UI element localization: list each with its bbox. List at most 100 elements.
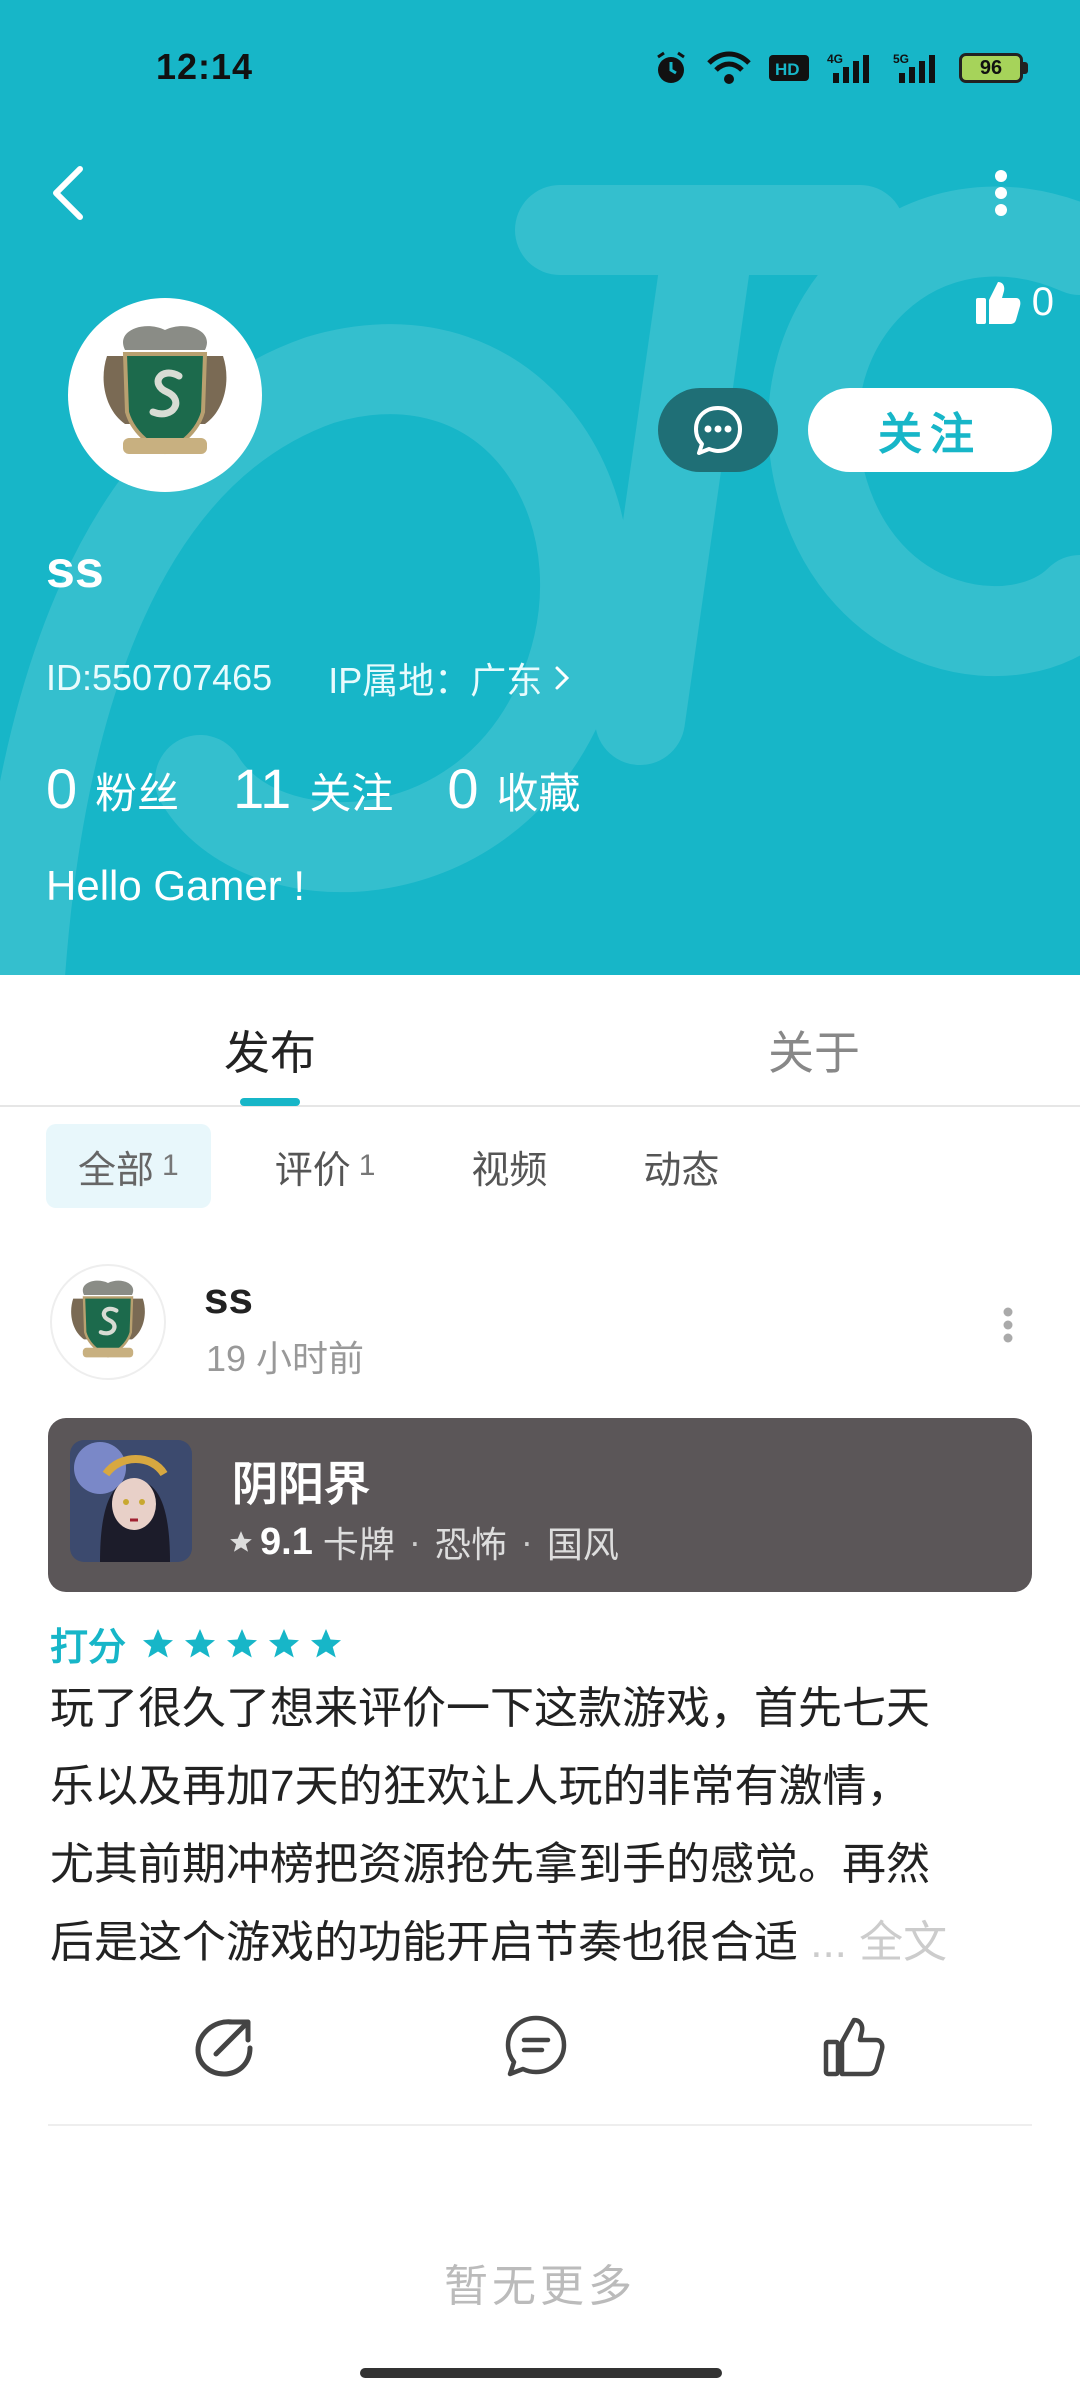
- star-icon: [230, 1531, 252, 1552]
- profile-bio: Hello Gamer !: [46, 862, 306, 909]
- filter-moments[interactable]: 动态: [611, 1124, 751, 1208]
- profile-page: 12:14 HD 4G 5G 96 0 关注 ss ID:550707465 I…: [0, 0, 1080, 2400]
- review-line: 后是这个游戏的功能开启节奏也很合适: [50, 1918, 798, 1967]
- profile-like-count: 0: [1031, 279, 1054, 324]
- post-timestamp: 19 小时前: [206, 1338, 365, 1379]
- back-button[interactable]: [40, 160, 96, 226]
- comment-button[interactable]: [496, 2006, 576, 2086]
- chat-bubble-icon: [694, 406, 742, 455]
- svg-text:4G: 4G: [827, 52, 843, 66]
- status-bar: 12:14 HD 4G 5G 96: [0, 0, 1080, 130]
- home-indicator[interactable]: [360, 2368, 722, 2378]
- rating-row: 打分: [50, 1616, 344, 1671]
- stat-label: 收藏: [496, 770, 581, 817]
- share-button[interactable]: [184, 2006, 264, 2086]
- tab-active-indicator: [240, 1098, 300, 1106]
- thumbs-up-icon: [975, 282, 1021, 324]
- more-vertical-icon: [995, 170, 1007, 216]
- stat-number: 0: [447, 757, 479, 820]
- post-author-avatar[interactable]: [50, 1264, 166, 1380]
- stat-label: 关注: [309, 770, 394, 817]
- game-meta: 9.1 卡牌 · 恐怖 · 国风: [228, 1516, 619, 1568]
- battery-indicator: 96: [959, 53, 1028, 83]
- filter-label: 视频: [471, 1149, 548, 1192]
- like-button[interactable]: [814, 2006, 894, 2086]
- wifi-icon: [707, 51, 751, 84]
- comment-icon: [505, 2015, 567, 2077]
- filter-count: 1: [358, 1149, 376, 1182]
- svg-text:5G: 5G: [893, 52, 909, 66]
- share-icon: [195, 2019, 253, 2077]
- profile-tabs: 发布 关于: [0, 975, 1080, 1107]
- battery-tip: [1023, 62, 1028, 74]
- star-icon: [185, 1628, 216, 1657]
- profile-like-box[interactable]: 0: [974, 278, 1054, 326]
- filter-chips: 全部 1 评价 1 视频 动态: [46, 1124, 783, 1208]
- chevron-left-icon: [53, 166, 83, 220]
- filter-reviews[interactable]: 评价 1: [243, 1124, 408, 1208]
- filter-label: 动态: [643, 1149, 720, 1192]
- post-more-button[interactable]: [990, 1300, 1026, 1350]
- alarm-icon: [657, 51, 685, 83]
- stat-fans[interactable]: 0 粉丝: [46, 756, 179, 821]
- profile-header: 12:14 HD 4G 5G 96 0 关注 ss ID:550707465 I…: [0, 0, 1080, 975]
- stat-number: 0: [46, 757, 78, 820]
- star-icon: [143, 1628, 174, 1657]
- signal-5g-icon: 5G: [893, 52, 935, 83]
- no-more-text: 暂无更多: [444, 2262, 636, 2311]
- game-tag: 恐怖: [434, 1524, 507, 1565]
- stat-favorites[interactable]: 0 收藏: [447, 756, 580, 821]
- post-actions: [0, 2006, 1080, 2086]
- post-author-name[interactable]: ss: [204, 1274, 253, 1324]
- more-options-button[interactable]: [976, 160, 1026, 226]
- hd-icon: HD: [769, 55, 809, 81]
- follow-button[interactable]: 关注: [808, 388, 1052, 472]
- review-line: 玩了很久了想来评价一下这款游戏，首先七天: [50, 1684, 930, 1733]
- status-time: 12:14: [156, 46, 254, 87]
- filter-count: 1: [162, 1149, 179, 1182]
- filter-label: 评价: [274, 1149, 351, 1192]
- star-icon: [269, 1628, 300, 1657]
- game-tag: 卡牌: [322, 1524, 395, 1565]
- tab-posts[interactable]: 发布: [224, 1017, 316, 1083]
- tab-about[interactable]: 关于: [768, 1017, 860, 1083]
- chevron-right-icon: [555, 666, 570, 690]
- crest-avatar-image: [71, 1280, 145, 1358]
- user-id-text: ID:550707465: [46, 657, 273, 698]
- profile-id-line: ID:550707465 IP属地：广东: [46, 652, 570, 704]
- thumbs-up-outline-icon: [823, 2017, 885, 2077]
- stat-label: 粉丝: [95, 770, 180, 817]
- filter-videos[interactable]: 视频: [439, 1124, 579, 1208]
- filter-all[interactable]: 全部 1: [46, 1124, 211, 1208]
- profile-avatar[interactable]: [68, 298, 262, 492]
- review-text[interactable]: 玩了很久了想来评价一下这款游戏，首先七天 乐以及再加7天的狂欢让人玩的非常有激情…: [50, 1670, 1030, 1982]
- post-divider: [48, 2124, 1032, 2126]
- review-line: 尤其前期冲榜把资源抢先拿到手的感觉。再然: [50, 1840, 930, 1889]
- review-line: 乐以及再加7天的狂欢让人玩的非常有激情，: [50, 1762, 911, 1811]
- stat-following[interactable]: 11 关注: [233, 756, 393, 821]
- tag-separator: ·: [408, 1521, 421, 1562]
- status-icons: HD 4G 5G 96: [653, 48, 1028, 88]
- filter-label: 全部: [78, 1149, 155, 1192]
- profile-username: ss: [46, 541, 104, 599]
- ip-location-link[interactable]: IP属地：广东: [328, 652, 542, 704]
- stat-number: 11: [233, 757, 292, 820]
- rating-stars: [140, 1626, 344, 1662]
- review-line-last: 后是这个游戏的功能开启节奏也很合适 ... 全文: [50, 1904, 1030, 1982]
- game-card[interactable]: 阴阳界 9.1 卡牌 · 恐怖 · 国风: [48, 1418, 1032, 1592]
- tag-separator: ·: [520, 1521, 533, 1562]
- profile-stats: 0 粉丝 11 关注 0 收藏: [46, 756, 635, 821]
- message-button[interactable]: [658, 388, 778, 472]
- rating-label: 打分: [50, 1627, 127, 1669]
- more-vertical-icon: [1003, 1307, 1013, 1343]
- battery-level: 96: [959, 53, 1023, 83]
- read-more-link[interactable]: ... 全文: [810, 1918, 947, 1967]
- game-score: 9.1: [260, 1520, 313, 1563]
- game-name: 阴阳界: [232, 1458, 370, 1510]
- crest-avatar-image: [103, 326, 227, 455]
- star-icon: [227, 1628, 258, 1657]
- signal-4g-icon: 4G: [827, 52, 869, 83]
- star-icon: [311, 1628, 342, 1657]
- svg-text:HD: HD: [775, 60, 800, 79]
- game-icon-image: [70, 1440, 192, 1562]
